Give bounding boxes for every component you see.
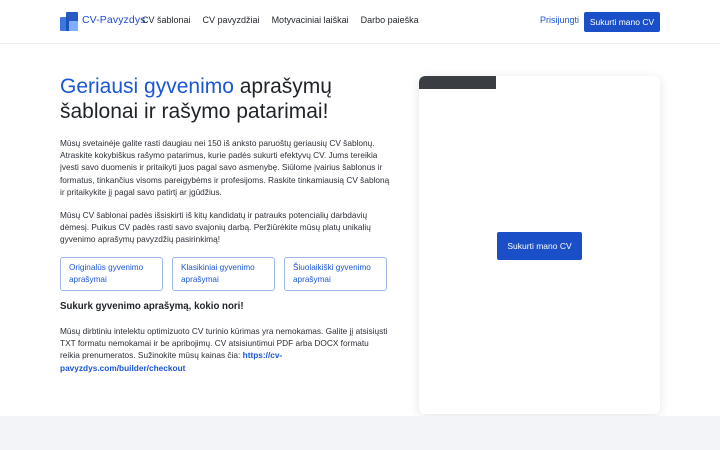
page-title-accent: Geriausi gyvenimo — [60, 75, 234, 98]
preview-header-bar — [419, 76, 496, 89]
site-header: CV-Pavyzdys CV šablonai CV pavyzdžiai Mo… — [0, 0, 720, 44]
category-modern-button[interactable]: Šiuolaikiški gyvenimo aprašymai — [284, 257, 387, 291]
section-subheading: Sukurk gyvenimo aprašymą, kokio nori! — [60, 301, 244, 312]
create-cv-button-panel[interactable]: Sukurti mano CV — [497, 232, 582, 260]
page-title: Geriausi gyvenimo aprašymų šablonai ir r… — [60, 74, 390, 124]
pricing-paragraph-text: Mūsų dirbtiniu intelektu optimizuoto CV … — [60, 326, 388, 361]
logo-shape-front — [69, 21, 78, 31]
category-classic-button[interactable]: Klasikiniai gyvenimo aprašymai — [172, 257, 275, 291]
pricing-paragraph: Mūsų dirbtiniu intelektu optimizuoto CV … — [60, 325, 390, 374]
intro-paragraph: Mūsų svetainėje galite rasti daugiau nei… — [60, 138, 390, 197]
template-category-links: Originalūs gyvenimo aprašymai Klasikinia… — [60, 257, 387, 291]
benefits-paragraph: Mūsų CV šablonai padės išsiskirti iš kit… — [60, 210, 371, 245]
logo-icon[interactable] — [60, 12, 79, 31]
nav-item-cv-examples[interactable]: CV pavyzdžiai — [203, 15, 260, 25]
category-original-button[interactable]: Originalūs gyvenimo aprašymai — [60, 257, 163, 291]
nav-item-job-search[interactable]: Darbo paieška — [361, 15, 419, 25]
cv-preview-panel: Sukurti mano CV — [419, 76, 660, 414]
footer-band — [0, 416, 720, 450]
nav-item-cv-templates[interactable]: CV šablonai — [142, 15, 191, 25]
nav-item-cover-letters[interactable]: Motyvaciniai laiškai — [272, 15, 349, 25]
brand-name[interactable]: CV-Pavyzdys — [82, 14, 146, 26]
login-link[interactable]: Prisijungti — [540, 15, 579, 25]
main-nav: CV šablonai CV pavyzdžiai Motyvaciniai l… — [142, 15, 419, 25]
create-cv-button-header[interactable]: Sukurti mano CV — [584, 12, 660, 32]
